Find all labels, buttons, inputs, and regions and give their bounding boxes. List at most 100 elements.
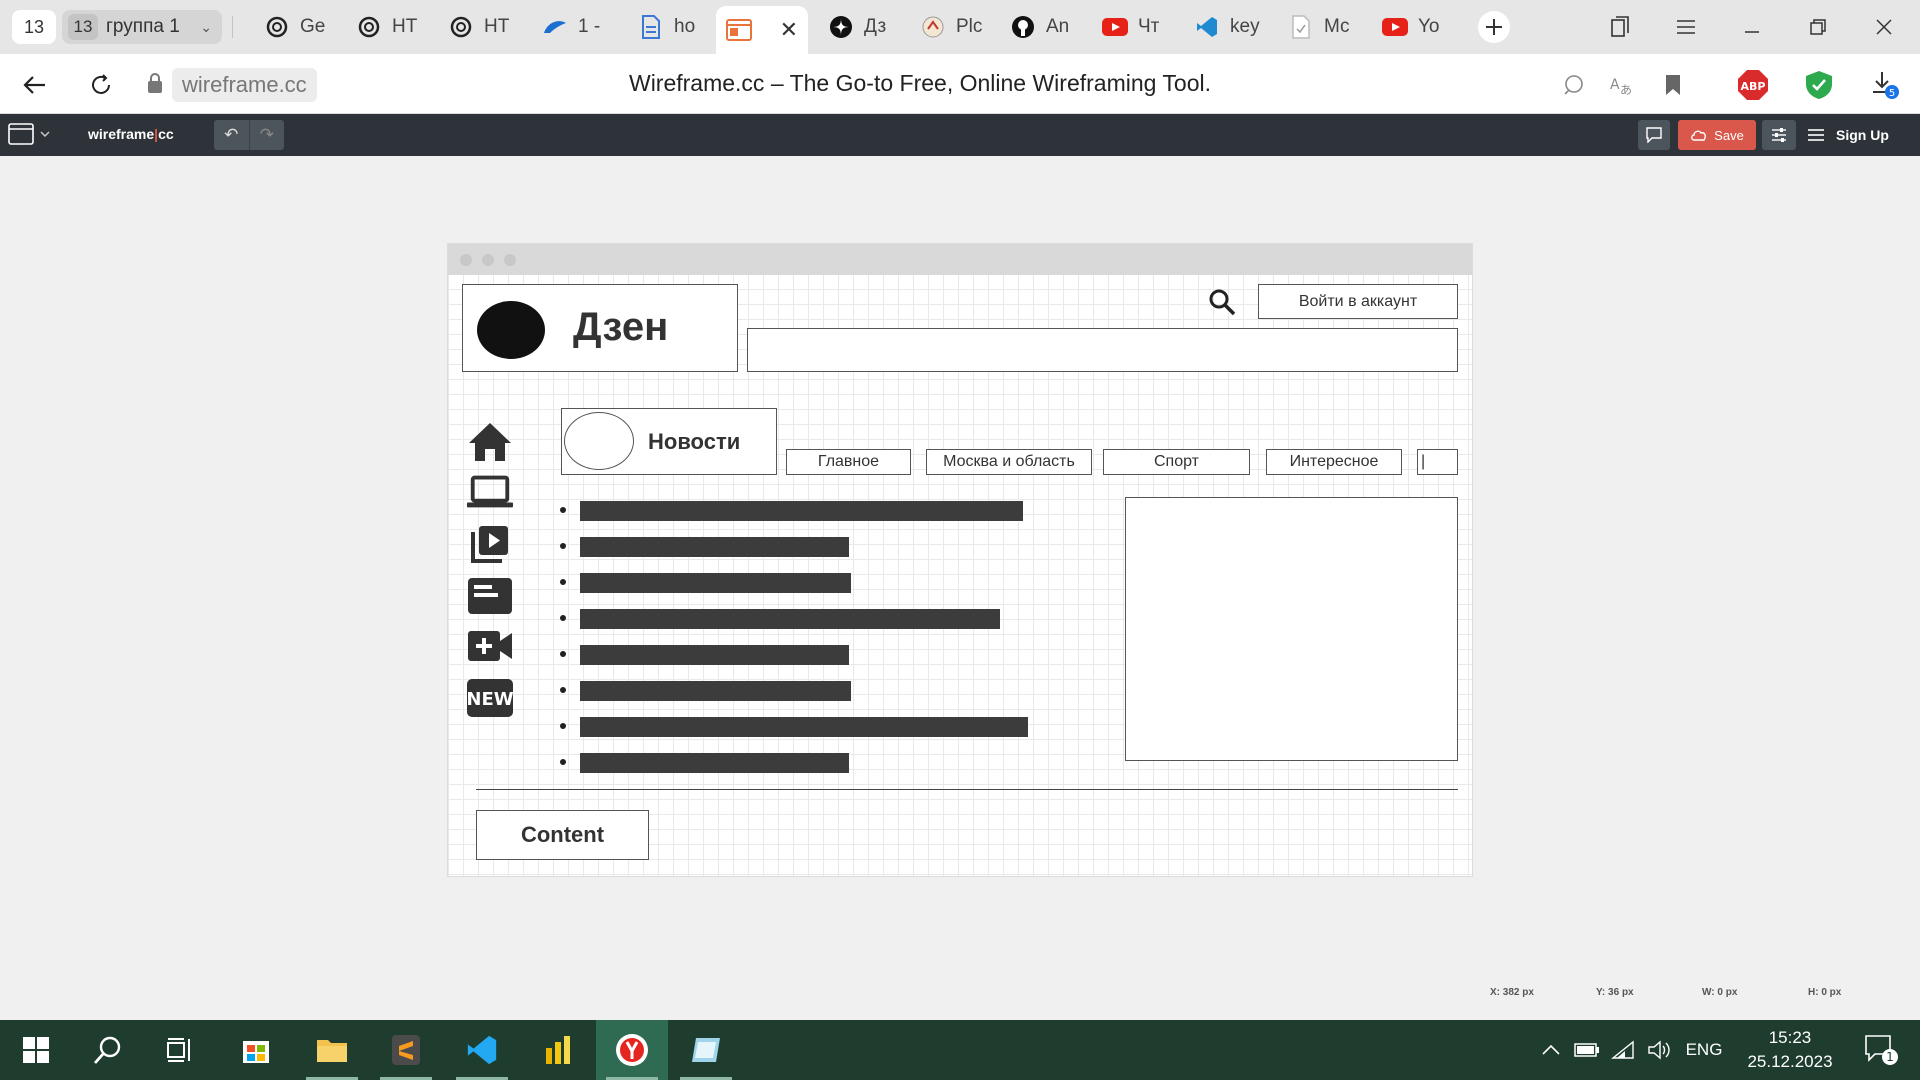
start-button[interactable] xyxy=(0,1020,72,1080)
browser-tab[interactable]: Мс xyxy=(1278,8,1362,46)
search-icon[interactable] xyxy=(1208,288,1236,321)
restore-icon[interactable] xyxy=(1798,8,1838,46)
home-icon[interactable] xyxy=(466,420,514,464)
search-button[interactable] xyxy=(72,1020,144,1080)
signup-menu[interactable]: Sign Up xyxy=(1808,120,1889,150)
list-item-bar[interactable] xyxy=(580,753,849,773)
browser-tab[interactable]: Yo xyxy=(1372,8,1456,46)
redo-button[interactable]: ↷ xyxy=(248,120,285,150)
browser-tab-label: key xyxy=(1230,16,1260,37)
show-hidden-icons[interactable] xyxy=(1536,1020,1566,1080)
list-item-bar[interactable] xyxy=(580,573,851,593)
dzen-logo-box[interactable]: Дзен xyxy=(462,284,738,372)
browser-tab-strip: 13 13 группа 1 ⌄ Ge НТ НТ 1 - ho ✕ Дз Pl… xyxy=(0,0,1920,54)
tab-moscow[interactable]: Москва и область xyxy=(926,449,1092,475)
yandex-browser-app[interactable] xyxy=(596,1020,668,1080)
sublime-app[interactable] xyxy=(370,1020,442,1080)
logo-part: wireframe xyxy=(88,126,155,142)
news-label: Новости xyxy=(648,429,741,454)
browser-tab[interactable]: НТ xyxy=(438,8,518,46)
add-video-icon[interactable] xyxy=(466,624,514,668)
frame-dot xyxy=(460,254,472,266)
reader-icon[interactable] xyxy=(1556,68,1590,102)
browser-tab[interactable]: НТ xyxy=(346,8,426,46)
notes-app[interactable] xyxy=(670,1020,742,1080)
list-item-bar[interactable] xyxy=(580,609,1000,629)
chevron-down-icon: ⌄ xyxy=(200,18,212,35)
explorer-app[interactable] xyxy=(296,1020,368,1080)
browser-tab[interactable]: An xyxy=(1000,8,1084,46)
browser-frame-element[interactable]: Дзен Войти в аккаунт Новости Главное Мос… xyxy=(447,243,1473,877)
browser-tab[interactable]: 1 - xyxy=(532,8,612,46)
list-bullet xyxy=(560,651,566,657)
content-button[interactable]: Content xyxy=(476,810,649,860)
shield-icon[interactable] xyxy=(1802,68,1836,102)
comment-button[interactable] xyxy=(1638,120,1670,150)
wireframe-icon xyxy=(726,17,752,43)
wifi-icon[interactable] xyxy=(1608,1020,1638,1080)
powerbi-app[interactable] xyxy=(522,1020,594,1080)
new-badge-icon[interactable]: NEW xyxy=(466,676,514,720)
store-icon xyxy=(243,1041,269,1063)
bookmark-icon[interactable] xyxy=(1656,68,1690,102)
language-indicator[interactable]: ENG xyxy=(1682,1020,1726,1080)
address-bar: wireframe.cc Wireframe.cc – The Go-to Fr… xyxy=(0,54,1920,114)
list-item-bar[interactable] xyxy=(580,501,1023,521)
tab-group-chip[interactable]: 13 группа 1 ⌄ xyxy=(62,10,222,44)
notification-center-button[interactable]: 1 xyxy=(1856,1020,1906,1080)
browser-tab[interactable]: Ge xyxy=(254,8,334,46)
clock[interactable]: 15:23 25.12.2023 xyxy=(1740,1026,1840,1074)
close-icon[interactable]: ✕ xyxy=(780,17,798,43)
svg-text:A: A xyxy=(1610,77,1620,93)
tab-main[interactable]: Главное xyxy=(786,449,911,475)
translate-icon[interactable]: Aあ xyxy=(1604,68,1638,102)
list-item-bar[interactable] xyxy=(580,537,849,557)
coord-h: H: 0 px xyxy=(1808,987,1842,998)
list-bullet xyxy=(560,723,566,729)
volume-icon[interactable] xyxy=(1644,1020,1674,1080)
tab-more[interactable]: | xyxy=(1417,449,1458,475)
window-menu-button[interactable] xyxy=(8,123,50,145)
wireframe-canvas[interactable]: Дзен Войти в аккаунт Новости Главное Мос… xyxy=(0,156,1920,1020)
vscode-app[interactable] xyxy=(446,1020,518,1080)
save-label: Save xyxy=(1714,127,1744,143)
downloads-icon[interactable]: 5 xyxy=(1868,68,1902,102)
browser-tab[interactable]: key xyxy=(1184,8,1268,46)
save-button[interactable]: Save xyxy=(1678,120,1756,150)
coord-w: W: 0 px xyxy=(1702,987,1738,998)
video-library-icon[interactable] xyxy=(466,522,514,566)
adblock-icon[interactable]: ABP xyxy=(1736,68,1770,102)
browser-tab[interactable]: Дз xyxy=(818,8,900,46)
settings-button[interactable] xyxy=(1762,120,1796,150)
image-placeholder[interactable] xyxy=(1125,497,1458,761)
horizontal-rule[interactable] xyxy=(476,789,1458,790)
new-tab-button[interactable] xyxy=(1474,8,1514,46)
tab-sport[interactable]: Спорт xyxy=(1103,449,1250,475)
browser-tab-label: НТ xyxy=(392,16,418,37)
search-field[interactable] xyxy=(747,328,1458,372)
article-icon[interactable] xyxy=(466,574,514,618)
store-app[interactable] xyxy=(220,1020,292,1080)
task-view-button[interactable] xyxy=(144,1020,216,1080)
list-item-bar[interactable] xyxy=(580,681,851,701)
battery-icon[interactable] xyxy=(1572,1020,1602,1080)
tab-count-button[interactable]: 13 xyxy=(12,10,56,44)
chevron-up-icon xyxy=(1542,1045,1560,1055)
list-item-bar[interactable] xyxy=(580,717,1028,737)
laptop-icon[interactable] xyxy=(466,470,514,514)
browser-tab[interactable]: Plc xyxy=(910,8,994,46)
list-item-bar[interactable] xyxy=(580,645,849,665)
task-view-icon xyxy=(167,1038,190,1062)
browser-tab-active[interactable]: ✕ xyxy=(716,6,808,54)
signup-label: Sign Up xyxy=(1836,127,1889,143)
news-header-box[interactable]: Новости xyxy=(561,408,777,475)
undo-button[interactable]: ↶ xyxy=(214,120,249,150)
login-button[interactable]: Войти в аккаунт xyxy=(1258,284,1458,319)
minimize-icon[interactable] xyxy=(1732,8,1772,46)
browser-tab[interactable]: Чт xyxy=(1092,8,1176,46)
menu-icon[interactable] xyxy=(1666,8,1706,46)
browser-tab[interactable]: ho xyxy=(628,8,704,46)
bookmarks-panel-icon[interactable] xyxy=(1600,8,1640,46)
tab-interesting[interactable]: Интересное xyxy=(1266,449,1402,475)
close-window-icon[interactable] xyxy=(1864,8,1904,46)
